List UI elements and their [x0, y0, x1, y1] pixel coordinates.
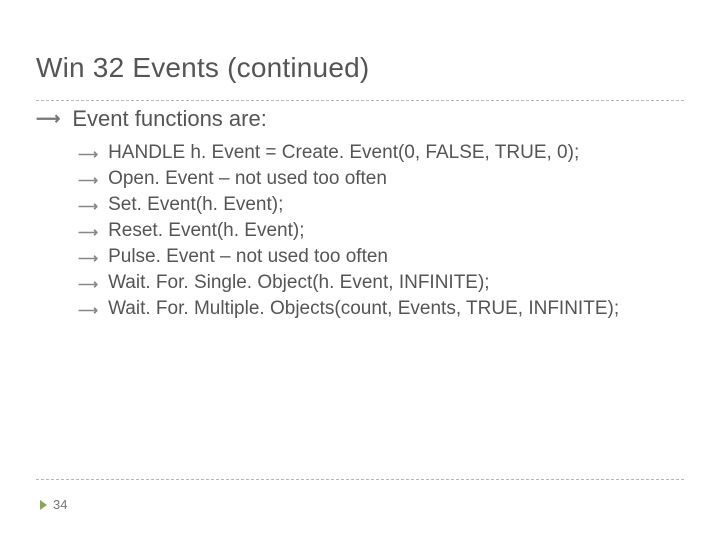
footer-divider — [36, 479, 684, 480]
list-item-text: Set. Event(h. Event); — [108, 194, 283, 216]
page-number-wrap: 34 — [40, 497, 67, 512]
bullet-icon: ⟶ — [78, 198, 98, 215]
title-divider — [36, 100, 684, 101]
bullet-icon: ⟶ — [78, 276, 98, 293]
list-item-text: Wait. For. Single. Object(h. Event, INFI… — [108, 272, 490, 294]
list-item-text: Pulse. Event – not used too often — [108, 246, 388, 268]
bullet-level2-list: ⟶ HANDLE h. Event = Create. Event(0, FAL… — [78, 142, 619, 324]
bullet-icon: ⟶ — [78, 146, 98, 163]
bullet-icon: ⟶ — [78, 172, 98, 189]
page-number: 34 — [53, 497, 67, 512]
bullet-icon: ⟶ — [36, 109, 60, 129]
list-item-text: Reset. Event(h. Event); — [108, 220, 304, 242]
list-item: ⟶ Set. Event(h. Event); — [78, 194, 619, 216]
bullet-icon: ⟶ — [78, 302, 98, 319]
list-item: ⟶ Wait. For. Multiple. Objects(count, Ev… — [78, 298, 619, 320]
bullet-icon: ⟶ — [78, 250, 98, 267]
list-item-text: HANDLE h. Event = Create. Event(0, FALSE… — [108, 142, 579, 164]
list-item: ⟶ Reset. Event(h. Event); — [78, 220, 619, 242]
bullet-level1: ⟶ Event functions are: — [36, 106, 267, 132]
bullet-level1-text: Event functions are: — [72, 106, 266, 132]
slide-title: Win 32 Events (continued) — [36, 52, 369, 84]
list-item-text: Open. Event – not used too often — [108, 168, 387, 190]
slide: Win 32 Events (continued) ⟶ Event functi… — [0, 0, 720, 540]
list-item: ⟶ Wait. For. Single. Object(h. Event, IN… — [78, 272, 619, 294]
list-item-text: Wait. For. Multiple. Objects(count, Even… — [108, 298, 619, 320]
page-arrow-icon — [40, 500, 47, 510]
bullet-icon: ⟶ — [78, 224, 98, 241]
list-item: ⟶ Open. Event – not used too often — [78, 168, 619, 190]
list-item: ⟶ Pulse. Event – not used too often — [78, 246, 619, 268]
list-item: ⟶ HANDLE h. Event = Create. Event(0, FAL… — [78, 142, 619, 164]
